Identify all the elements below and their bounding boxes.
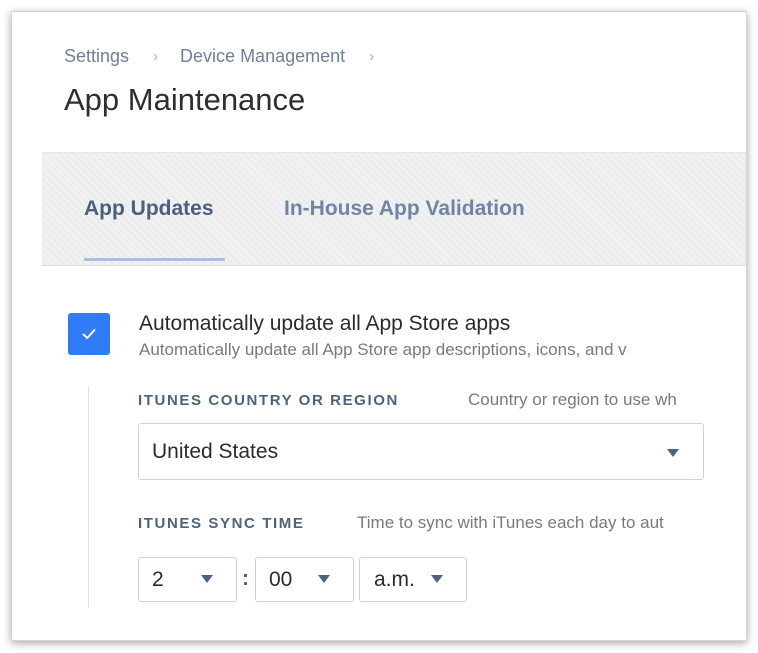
- breadcrumb-settings[interactable]: Settings: [64, 46, 129, 67]
- country-select[interactable]: United States: [138, 423, 704, 480]
- chevron-right-icon: ›: [369, 48, 375, 65]
- active-tab-indicator: [84, 258, 225, 261]
- caret-down-icon: [667, 449, 679, 457]
- sync-hour-value: 2: [152, 568, 164, 591]
- sync-minute-value: 00: [269, 568, 293, 591]
- auto-update-description: Automatically update all App Store app d…: [139, 340, 627, 359]
- sync-minute-select[interactable]: 00: [255, 557, 354, 602]
- auto-update-label: Automatically update all App Store apps: [139, 312, 511, 335]
- breadcrumb: Settings › Device Management ›: [64, 46, 396, 67]
- caret-down-icon: [201, 575, 213, 583]
- page-title: App Maintenance: [64, 82, 306, 117]
- country-label: ITUNES COUNTRY OR REGION: [138, 392, 399, 409]
- tab-app-updates[interactable]: App Updates: [84, 197, 214, 221]
- time-separator: :: [242, 567, 249, 590]
- country-help-text: Country or region to use wh: [468, 390, 677, 409]
- sync-period-value: a.m.: [374, 568, 415, 591]
- sync-period-select[interactable]: a.m.: [359, 557, 467, 602]
- caret-down-icon: [431, 575, 443, 583]
- tab-bar: App Updates In-House App Validation: [42, 152, 746, 266]
- app-maintenance-panel: Settings › Device Management › App Maint…: [11, 11, 747, 641]
- sync-time-label: ITUNES SYNC TIME: [138, 515, 305, 532]
- auto-update-checkbox[interactable]: [68, 313, 110, 355]
- settings-indent-divider: [88, 386, 89, 608]
- checkmark-icon: [82, 329, 96, 339]
- caret-down-icon: [318, 575, 330, 583]
- country-select-value: United States: [152, 440, 279, 463]
- tab-in-house-app-validation[interactable]: In-House App Validation: [284, 197, 525, 221]
- breadcrumb-device-management[interactable]: Device Management: [180, 46, 345, 67]
- sync-hour-select[interactable]: 2: [138, 557, 237, 602]
- sync-time-help-text: Time to sync with iTunes each day to aut: [357, 513, 664, 532]
- chevron-right-icon: ›: [153, 48, 159, 65]
